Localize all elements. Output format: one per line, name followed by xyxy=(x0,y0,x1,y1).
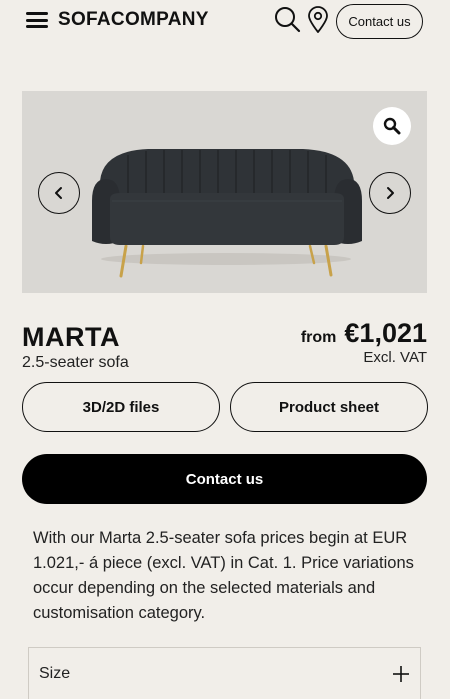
price-value: €1,021 xyxy=(344,318,427,348)
price-block: from €1,021 Excl. VAT xyxy=(301,318,427,366)
accordion-size-label: Size xyxy=(39,664,71,682)
price-prefix: from xyxy=(300,329,337,346)
plus-icon xyxy=(393,665,409,682)
search-icon[interactable] xyxy=(274,6,301,33)
accordion-size[interactable]: Size xyxy=(28,647,421,699)
product-subtitle: 2.5-seater sofa xyxy=(22,354,129,371)
zoom-icon xyxy=(383,117,401,135)
zoom-button[interactable] xyxy=(373,107,411,145)
site-header: SOFACOMPANY Contact us xyxy=(0,0,450,42)
product-gallery xyxy=(22,91,427,293)
price-note: Excl. VAT xyxy=(363,349,427,366)
product-name: MARTA xyxy=(22,322,120,352)
previous-image-button[interactable] xyxy=(38,172,80,214)
location-pin-icon[interactable] xyxy=(307,6,329,34)
brand-logo[interactable]: SOFACOMPANY xyxy=(58,9,209,31)
files-button[interactable]: 3D/2D files xyxy=(22,382,220,432)
menu-icon[interactable] xyxy=(26,12,48,28)
product-description: With our Marta 2.5-seater sofa prices be… xyxy=(33,529,414,622)
chevron-left-icon xyxy=(55,187,62,199)
next-image-button[interactable] xyxy=(369,172,411,214)
header-contact-button[interactable]: Contact us xyxy=(336,4,423,39)
sofa-product-image xyxy=(92,149,362,278)
contact-button[interactable]: Contact us xyxy=(22,454,427,504)
product-sheet-button[interactable]: Product sheet xyxy=(230,382,428,432)
chevron-right-icon xyxy=(387,187,394,199)
